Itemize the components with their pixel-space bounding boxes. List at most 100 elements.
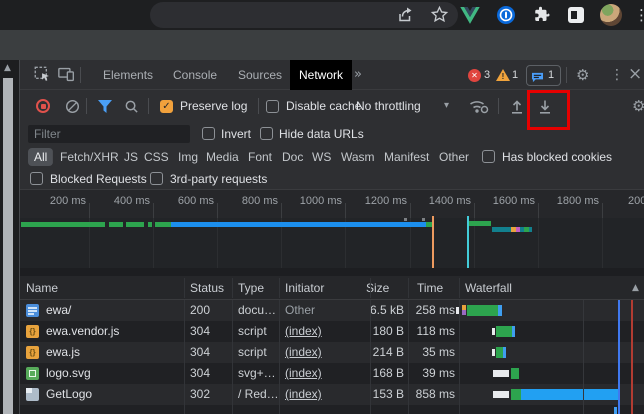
filter-input[interactable]: [28, 125, 190, 143]
third-party-label[interactable]: 3rd-party requests: [170, 168, 267, 190]
has-blocked-cookies-checkbox[interactable]: [482, 150, 495, 163]
chip-fetch-xhr[interactable]: Fetch/XHR: [60, 146, 119, 168]
chip-img[interactable]: Img: [178, 146, 198, 168]
chip-all[interactable]: All: [28, 148, 53, 166]
ruler-label: 800 ms: [216, 195, 278, 207]
chip-ws[interactable]: WS: [312, 146, 331, 168]
column-header-type[interactable]: Type: [238, 276, 264, 300]
network-conditions-icon[interactable]: [468, 98, 489, 119]
hide-data-urls-checkbox[interactable]: [260, 127, 273, 140]
throttling-dropdown-icon[interactable]: ▾: [444, 90, 449, 122]
tab-sources[interactable]: Sources: [238, 60, 282, 90]
timeline-ruler[interactable]: 200 ms 400 ms 600 ms 800 ms 1000 ms 1200…: [20, 190, 644, 218]
disable-cache-label[interactable]: Disable cache: [286, 90, 361, 122]
contrast-extension-icon[interactable]: [568, 7, 584, 23]
chip-wasm[interactable]: Wasm: [341, 146, 375, 168]
tab-console[interactable]: Console: [173, 60, 217, 90]
preserve-log-checkbox[interactable]: ✓: [160, 100, 173, 113]
request-time: 118 ms: [410, 321, 455, 342]
devtools-settings-gear-icon[interactable]: ⚙: [576, 60, 589, 90]
overview-bar: [21, 222, 105, 227]
ruler-label: 600 ms: [152, 195, 214, 207]
invert-checkbox[interactable]: [202, 127, 215, 140]
throttling-select[interactable]: No throttling: [356, 90, 421, 122]
vue-extension-icon[interactable]: [460, 7, 480, 29]
scrollbar-up-arrow-icon[interactable]: ▲: [4, 63, 11, 73]
network-overview[interactable]: [20, 218, 644, 268]
load-event-line: [631, 300, 633, 414]
request-type: docu…: [238, 300, 276, 321]
invert-label[interactable]: Invert: [221, 122, 251, 146]
clear-button[interactable]: [65, 99, 80, 119]
filter-funnel-icon[interactable]: [98, 100, 112, 118]
preserve-log-label[interactable]: Preserve log: [180, 90, 247, 122]
request-initiator-link[interactable]: (index): [285, 321, 322, 342]
table-row[interactable]: logo.svg 304 svg+… (index) 168 B 39 ms: [20, 363, 644, 384]
blocked-requests-checkbox[interactable]: [30, 172, 43, 185]
column-header-waterfall[interactable]: Waterfall: [465, 276, 512, 300]
column-header-name[interactable]: Name: [26, 276, 58, 300]
table-row[interactable]: {} ewa.js 304 script (index) 214 B 35 ms: [20, 342, 644, 363]
chip-js[interactable]: JS: [124, 146, 138, 168]
bookmark-star-icon[interactable]: [430, 5, 449, 29]
request-initiator-link[interactable]: (index): [285, 384, 322, 405]
chip-media[interactable]: Media: [206, 146, 239, 168]
hide-data-urls-label[interactable]: Hide data URLs: [279, 122, 364, 146]
request-initiator: Other: [285, 300, 315, 321]
chip-manifest[interactable]: Manifest: [384, 146, 429, 168]
onepassword-extension-icon[interactable]: [497, 6, 515, 29]
waterfall-download: [498, 305, 502, 316]
panel-divider: [20, 268, 644, 276]
device-toolbar-icon[interactable]: [58, 66, 75, 88]
share-icon[interactable]: [396, 6, 414, 29]
annotation-highlight-box: [527, 90, 570, 130]
sort-indicator-icon[interactable]: ▲: [632, 276, 639, 300]
devtools-close-icon[interactable]: ×: [628, 60, 642, 89]
table-row[interactable]: ewa/ 200 docu… Other 6.5 kB 258 ms: [20, 300, 644, 321]
issues-button[interactable]: 1: [526, 65, 561, 86]
has-blocked-cookies-label[interactable]: Has blocked cookies: [502, 146, 612, 168]
page-scrollbar[interactable]: ▲: [0, 60, 19, 414]
chip-font[interactable]: Font: [248, 146, 272, 168]
browser-menu-icon[interactable]: ⋮: [634, 0, 644, 30]
search-icon[interactable]: [124, 99, 139, 119]
image-icon: [26, 367, 39, 380]
column-header-time[interactable]: Time: [417, 276, 443, 300]
request-type: script: [238, 342, 267, 363]
table-row[interactable]: {} ewa.vendor.js 304 script (index) 180 …: [20, 321, 644, 342]
error-count[interactable]: 3: [484, 60, 490, 90]
scrollbar-thumb[interactable]: [3, 78, 13, 414]
warning-count[interactable]: 1: [512, 60, 518, 90]
disable-cache-checkbox[interactable]: [266, 100, 279, 113]
chip-css[interactable]: CSS: [144, 146, 169, 168]
table-row[interactable]: GetLogo 302 / Red… (index) 153 B 858 ms: [20, 384, 644, 405]
request-name: ewa.js: [46, 342, 80, 363]
third-party-checkbox[interactable]: [150, 172, 163, 185]
request-status: 200: [190, 300, 210, 321]
chip-doc[interactable]: Doc: [282, 146, 303, 168]
request-initiator-link[interactable]: (index): [285, 342, 322, 363]
column-header-status[interactable]: Status: [190, 276, 224, 300]
error-badge-icon[interactable]: ✕: [468, 69, 481, 82]
network-settings-gear-icon[interactable]: ⚙: [632, 90, 644, 122]
warning-badge-icon[interactable]: !: [496, 69, 510, 81]
inspect-element-icon[interactable]: [34, 66, 51, 88]
import-har-icon[interactable]: [510, 99, 524, 119]
more-tabs-icon[interactable]: »: [354, 60, 362, 90]
profile-avatar[interactable]: [600, 4, 622, 26]
tab-network[interactable]: Network: [290, 60, 352, 90]
overview-bar: [155, 222, 171, 227]
table-row-partial[interactable]: [20, 405, 644, 414]
devtools-menu-icon[interactable]: ⋮: [610, 60, 624, 90]
column-header-initiator[interactable]: Initiator: [285, 276, 324, 300]
request-options-row: Blocked Requests 3rd-party requests: [20, 168, 644, 190]
record-button[interactable]: [36, 99, 50, 113]
blocked-requests-label[interactable]: Blocked Requests: [50, 168, 147, 190]
extensions-puzzle-icon[interactable]: [533, 6, 551, 29]
waterfall-queued: [493, 370, 509, 377]
request-initiator-link[interactable]: (index): [285, 363, 322, 384]
request-time: 258 ms: [410, 300, 455, 321]
ruler-label: 1000 ms: [280, 195, 342, 207]
tab-elements[interactable]: Elements: [103, 60, 153, 90]
chip-other[interactable]: Other: [439, 146, 469, 168]
